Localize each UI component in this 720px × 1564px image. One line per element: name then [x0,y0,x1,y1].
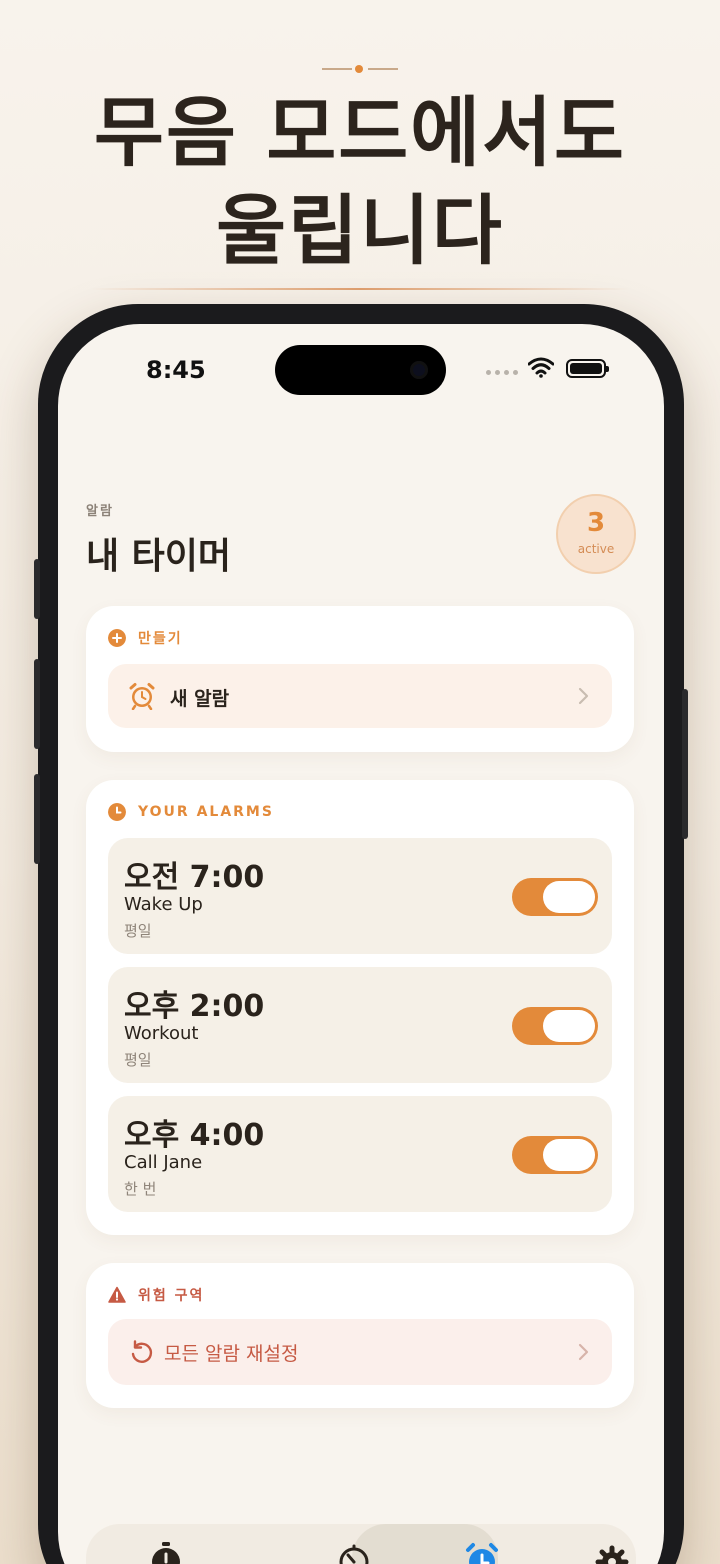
chevron-right-icon [578,1343,589,1361]
alarm-time: 오후 4:00 [124,1118,265,1153]
headline-line-2: 울립니다 [216,186,504,275]
new-alarm-button[interactable]: 새 알람 [108,664,612,728]
alarms-section-header: YOUR ALARMS [108,802,274,822]
alarm-repeat: 평일 [124,1051,152,1069]
create-card: 만들기 새 알람 [86,606,634,752]
alarm-name: Workout [124,1023,199,1044]
alarm-toggle[interactable] [512,878,598,916]
reset-icon [131,1340,153,1363]
alarm-item[interactable]: 오후 4:00 Call Jane 한 번 [108,1096,612,1212]
alarms-card: YOUR ALARMS 오전 7:00 Wake Up 평일 오후 2:00 W… [86,780,634,1235]
signal-icon [486,370,518,376]
active-count-badge: 3 active [556,494,636,574]
danger-card: 위험 구역 모든 알람 재설정 [86,1263,634,1408]
alarm-item[interactable]: 오후 2:00 Workout 평일 [108,967,612,1083]
tab-timer[interactable] [334,1538,374,1564]
status-time: 8:45 [146,356,206,384]
stopwatch-icon [152,1542,180,1564]
app-header: 알람 내 타이머 [86,500,636,579]
chevron-right-icon [578,687,589,705]
alarm-toggle[interactable] [512,1007,598,1045]
plus-circle-icon [108,629,126,647]
tab-alarm[interactable] [462,1538,502,1564]
alarm-time: 오전 7:00 [124,860,265,895]
page-title: 내 타이머 [86,536,232,577]
active-count: 3 [586,508,606,538]
battery-icon [566,359,609,378]
phone-screen: 8:45 알람 내 타이머 3 active 만들기 새 알람 YOUR ALA… [58,324,664,1564]
camera-icon [410,361,428,379]
warning-icon [108,1286,126,1303]
danger-section-header: 위험 구역 [108,1285,204,1305]
tab-stopwatch[interactable] [146,1538,186,1564]
new-alarm-label: 새 알람 [170,688,230,710]
tab-settings[interactable] [592,1538,632,1564]
alarm-clock-icon [129,683,155,710]
alarm-item[interactable]: 오전 7:00 Wake Up 평일 [108,838,612,954]
phone-frame: 8:45 알람 내 타이머 3 active 만들기 새 알람 YOUR ALA… [34,304,688,1564]
clock-icon [108,803,126,821]
top-ornament [322,62,398,76]
timer-icon [339,1544,369,1564]
phone-volume-down-button [34,774,40,864]
header-subtitle: 알람 [86,504,114,519]
phone-volume-up-button [34,659,40,749]
alarm-name: Call Jane [124,1152,203,1173]
tab-bar [86,1524,636,1564]
reset-all-alarms-label: 모든 알람 재설정 [164,1343,299,1365]
alarm-toggle[interactable] [512,1136,598,1174]
create-section-header: 만들기 [108,628,183,648]
headline: 무음 모드에서도 울립니다 [0,84,720,280]
phone-action-button [34,559,40,619]
alarm-clock-icon [466,1543,498,1564]
alarm-repeat: 평일 [124,922,152,940]
alarm-repeat: 한 번 [124,1180,157,1198]
dynamic-island [275,345,446,395]
headline-divider [90,288,630,290]
alarms-section-label: YOUR ALARMS [138,804,274,820]
phone-power-button [682,689,688,839]
alarm-name: Wake Up [124,894,203,915]
alarm-time: 오후 2:00 [124,989,265,1024]
headline-line-1: 무음 모드에서도 [94,88,626,177]
danger-section-label: 위험 구역 [138,1288,205,1304]
create-section-label: 만들기 [138,631,183,647]
active-label: active [577,542,615,556]
gear-icon [595,1545,629,1564]
reset-all-alarms-button[interactable]: 모든 알람 재설정 [108,1319,612,1385]
wifi-icon [528,357,554,378]
